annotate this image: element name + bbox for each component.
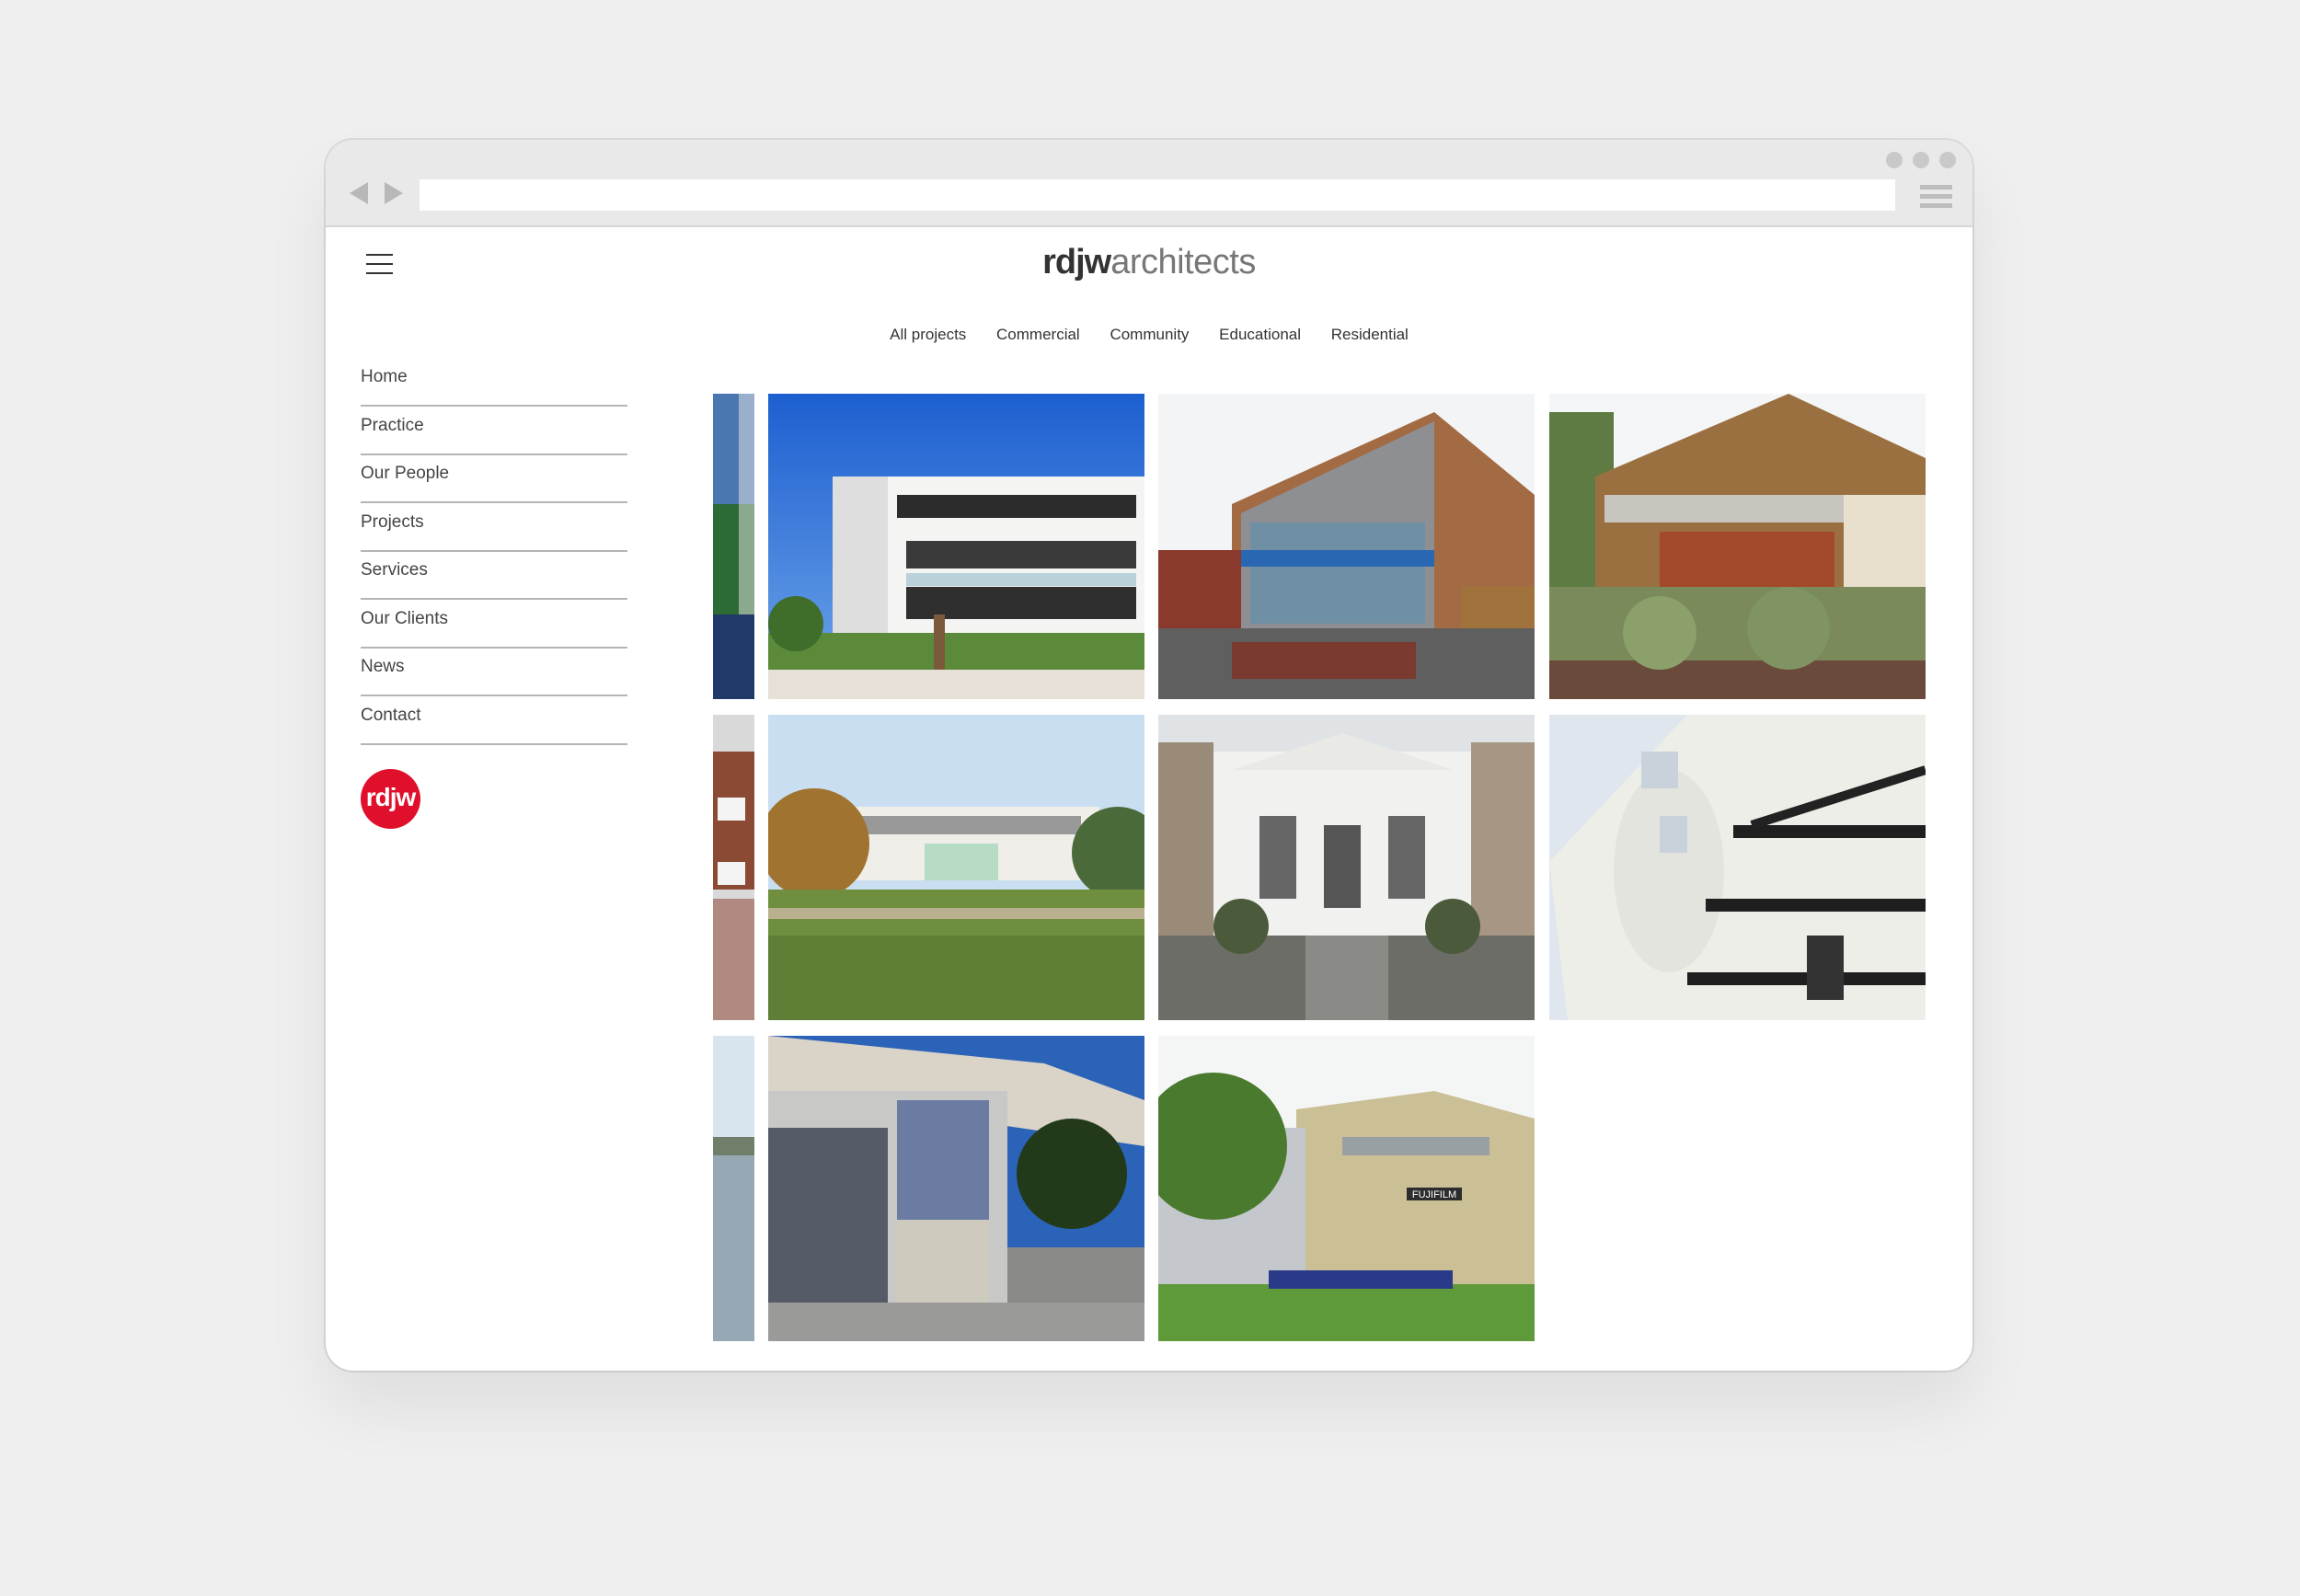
- project-thumbnail[interactable]: FUJIFILM: [1158, 1036, 1535, 1341]
- project-thumbnail[interactable]: [768, 394, 1144, 699]
- browser-menu-icon[interactable]: [1920, 185, 1952, 209]
- window-dot-icon[interactable]: [1886, 152, 1903, 168]
- filter-all-projects[interactable]: All projects: [890, 326, 966, 343]
- rdjw-badge-logo[interactable]: rdjw: [361, 769, 420, 829]
- project-thumbnail-partial[interactable]: [713, 394, 754, 699]
- browser-window: rdjwarchitects All projects Commercial C…: [326, 140, 1972, 1371]
- project-thumbnail[interactable]: [768, 1036, 1144, 1341]
- filter-educational[interactable]: Educational: [1219, 326, 1301, 343]
- forward-arrow-icon[interactable]: [385, 182, 403, 204]
- project-thumbnail-partial[interactable]: [713, 1036, 754, 1341]
- project-thumbnail[interactable]: [1549, 715, 1926, 1020]
- nav-practice[interactable]: Practice: [361, 409, 627, 455]
- nav-our-people[interactable]: Our People: [361, 457, 627, 503]
- filter-community[interactable]: Community: [1110, 326, 1189, 343]
- filter-residential[interactable]: Residential: [1331, 326, 1409, 343]
- nav-our-clients[interactable]: Our Clients: [361, 603, 627, 649]
- project-thumbnail[interactable]: [1158, 715, 1535, 1020]
- filter-commercial[interactable]: Commercial: [996, 326, 1080, 343]
- project-thumbnail[interactable]: [1549, 394, 1926, 699]
- nav-contact[interactable]: Contact: [361, 699, 627, 745]
- project-thumbnail[interactable]: [1158, 394, 1535, 699]
- project-filter-bar: All projects Commercial Community Educat…: [326, 326, 1972, 344]
- address-bar[interactable]: [420, 179, 1895, 211]
- browser-chrome: [326, 140, 1972, 227]
- window-dot-icon[interactable]: [1939, 152, 1956, 168]
- fujifilm-sign: FUJIFILM: [1412, 1189, 1456, 1200]
- nav-projects[interactable]: Projects: [361, 506, 627, 552]
- nav-home[interactable]: Home: [361, 361, 627, 407]
- window-dot-icon[interactable]: [1913, 152, 1929, 168]
- back-arrow-icon[interactable]: [350, 182, 368, 204]
- logo-bold: rdjw: [1042, 243, 1111, 281]
- nav-news[interactable]: News: [361, 650, 627, 696]
- site-logo[interactable]: rdjwarchitects: [326, 243, 1972, 282]
- project-thumbnail-partial[interactable]: [713, 715, 754, 1020]
- logo-light: architects: [1110, 243, 1256, 281]
- project-thumbnail[interactable]: [768, 715, 1144, 1020]
- side-nav: Home Practice Our People Projects Servic…: [361, 361, 627, 747]
- nav-services[interactable]: Services: [361, 554, 627, 600]
